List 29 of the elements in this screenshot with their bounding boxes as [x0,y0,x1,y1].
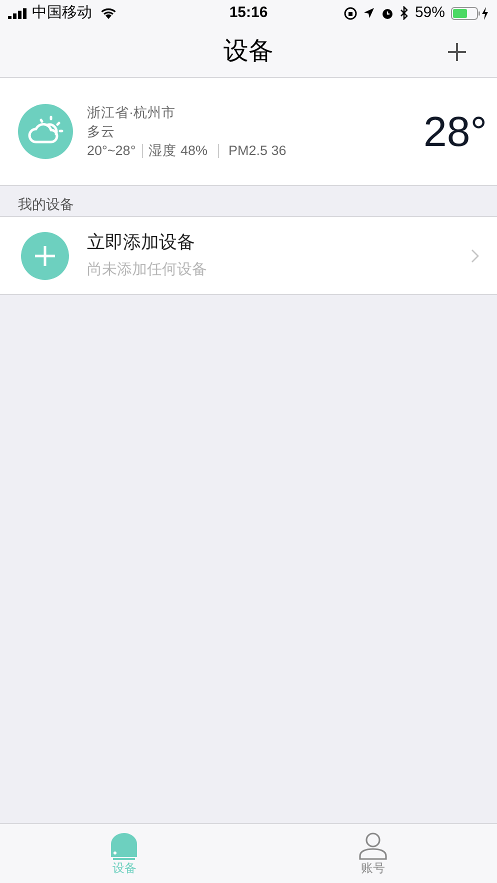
device-icon [110,832,138,860]
battery-percentage: 59% [414,2,445,23]
partly-cloudy-icon [18,104,73,159]
add-device-title: 立即添加设备 [87,231,196,254]
add-device-row[interactable]: 立即添加设备 尚未添加任何设备 [0,217,497,295]
location-arrow-icon [362,7,375,19]
chevron-right-icon [471,248,479,262]
carrier-name: 中国移动 [32,2,92,23]
rotation-lock-icon [344,6,357,20]
signal-icon [8,8,28,18]
tab-bar-item[interactable]: 设备 [0,824,248,883]
battery-charging-icon [451,6,489,20]
tab-bar-item[interactable]: 账号 [248,824,497,883]
status-time: 15:16 [229,2,268,23]
add-device-subtitle: 尚未添加任何设备 [87,260,207,280]
wifi-icon [100,7,117,19]
current-temperature: 28° [423,107,487,157]
section-title: 我的设备 [18,195,74,214]
alarm-icon [380,6,394,20]
location-text: 浙江省·杭州市 [87,104,176,120]
add-icon[interactable] [447,42,467,62]
temperature-range: 20°~28° [87,142,136,158]
pm25-text: PM2.5 36 [228,142,286,158]
bluetooth-icon [400,6,409,20]
person-icon [358,832,387,860]
humidity-text: 湿度 48% [148,142,208,158]
weather-condition: 多云 [87,124,116,140]
add-circle-icon [21,232,69,280]
page-title: 设备 [224,36,274,67]
